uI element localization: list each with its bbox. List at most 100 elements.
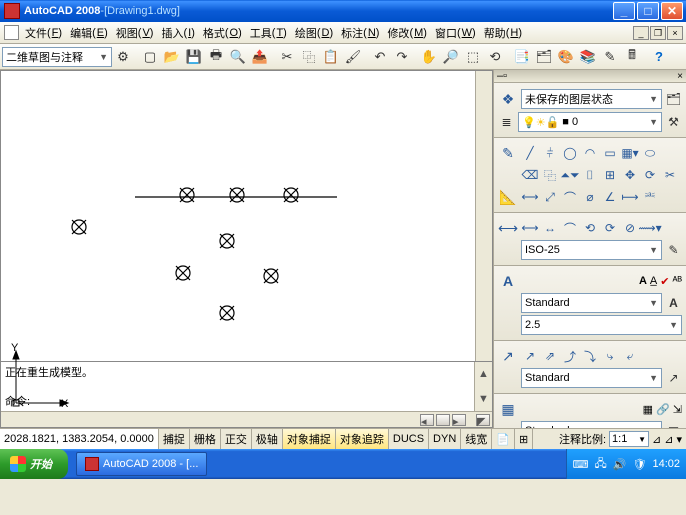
zoom-icon[interactable]: 🔎 [441, 47, 461, 67]
paste-icon[interactable]: 📋 [321, 47, 341, 67]
mtext-icon[interactable]: A [639, 275, 647, 287]
dimstyle-combo[interactable]: ISO-25▼ [521, 240, 662, 260]
command-hscroll[interactable]: ◂▸ ◤ [1, 411, 492, 427]
clock[interactable]: 14:02 [652, 458, 680, 470]
dimstyle-icon[interactable]: ⟷ [498, 218, 518, 238]
menu-dimension[interactable]: 标注(N) [337, 23, 383, 43]
line-icon[interactable]: ╱ [521, 144, 539, 162]
layer-state-mgr-icon[interactable]: 🗂 [665, 91, 682, 108]
designcenter-icon[interactable]: 🗂 [534, 47, 554, 67]
pline-icon[interactable]: ⫩ [541, 144, 559, 162]
ml4-icon[interactable]: ⤵ [581, 347, 599, 365]
textstyle-combo[interactable]: Standard▼ [521, 293, 662, 313]
menu-tools[interactable]: 工具(T) [246, 23, 291, 43]
annoscale-combo[interactable]: 1:1▼ [609, 431, 649, 447]
redo-icon[interactable]: ↷ [392, 47, 412, 67]
markup-icon[interactable]: ✎ [600, 47, 620, 67]
calc-icon[interactable]: 🖩 [622, 47, 642, 67]
dim-break-icon[interactable]: ⎃ [641, 188, 659, 206]
array-icon[interactable]: ⊞ [601, 166, 619, 184]
copy-icon[interactable]: ⿻ [299, 47, 319, 67]
dim-radius-icon[interactable]: ⌀ [581, 188, 599, 206]
ml6-icon[interactable]: ⤶ [621, 347, 639, 365]
layer-tools-icon[interactable]: ⚒ [665, 114, 682, 131]
table-icon[interactable]: ▦ [498, 399, 518, 419]
ortho-toggle[interactable]: 正交 [221, 429, 252, 449]
dim-aligned-icon[interactable]: ⤢ [541, 188, 559, 206]
menu-format[interactable]: 格式(O) [199, 23, 246, 43]
sheetset-icon[interactable]: 📚 [578, 47, 598, 67]
d2-icon[interactable]: ↔ [541, 219, 559, 237]
layer-combo[interactable]: 💡☀🔓■ 0▼ [518, 112, 662, 132]
cut-icon[interactable]: ✂ [277, 47, 297, 67]
tray-vol-icon[interactable]: 🔊 [613, 458, 627, 471]
coordinates[interactable]: 2028.1821, 1383.2054, 0.0000 [0, 429, 159, 449]
d4-icon[interactable]: ⟲ [581, 219, 599, 237]
menu-edit[interactable]: 编辑(E) [66, 23, 112, 43]
polar-toggle[interactable]: 极轴 [252, 429, 283, 449]
doc-close-button[interactable]: × [667, 26, 683, 40]
menu-view[interactable]: 视图(V) [112, 23, 158, 43]
toolpalette-icon[interactable]: 🎨 [556, 47, 576, 67]
menu-file[interactable]: 文件(F) [21, 23, 66, 43]
trim-icon[interactable]: ✂ [661, 166, 679, 184]
preview-icon[interactable]: 🔍 [228, 47, 248, 67]
d3-icon[interactable]: ⌒ [561, 219, 579, 237]
dim-cont-icon[interactable]: ⟼ [621, 188, 639, 206]
lwt-toggle[interactable]: 线宽 [461, 429, 492, 449]
drawing-canvas[interactable]: Y X [1, 71, 475, 361]
move-icon[interactable]: ✥ [621, 166, 639, 184]
ml1-icon[interactable]: ↗ [521, 347, 539, 365]
dashboard-header[interactable]: –▫× [494, 70, 686, 83]
table-insert-icon[interactable]: ▦ [643, 403, 653, 416]
maximize-button[interactable]: □ [637, 2, 659, 20]
dyn-toggle[interactable]: DYN [429, 429, 461, 449]
layer-state-combo[interactable]: 未保存的图层状态▼ [521, 89, 662, 109]
d5-icon[interactable]: ⟳ [601, 219, 619, 237]
ellipse-icon[interactable]: ⬭ [641, 144, 659, 162]
publish-icon[interactable]: 📤 [250, 47, 270, 67]
tablestyle-combo[interactable]: Standard▼ [521, 421, 662, 428]
ml3-icon[interactable]: ⤴ [561, 347, 579, 365]
system-tray[interactable]: ⌨ 🖧 🔊 🛡 14:02 [566, 449, 686, 479]
snap-toggle[interactable]: 捕捉 [159, 429, 190, 449]
menu-help[interactable]: 帮助(H) [480, 23, 526, 43]
taskbar-item-autocad[interactable]: AutoCAD 2008 - [... [76, 452, 207, 476]
layout-toggle[interactable]: ⊞ [515, 429, 533, 449]
model-toggle[interactable]: 📄 [492, 429, 515, 449]
tablestyle-mgr-icon[interactable]: ▦ [665, 423, 682, 429]
plot-icon[interactable]: 🖶 [206, 47, 226, 67]
table-extract-icon[interactable]: ⇲ [673, 403, 682, 416]
scale-text-icon[interactable]: ᴬᴮ [672, 275, 682, 287]
zoom-window-icon[interactable]: ⬚ [463, 47, 483, 67]
workspace-combo[interactable]: 二维草图与注释 ▼ [2, 47, 112, 67]
dim-angle-icon[interactable]: ∠ [601, 188, 619, 206]
new-icon[interactable]: ▢ [140, 47, 160, 67]
ml2-icon[interactable]: ⇗ [541, 347, 559, 365]
d1-icon[interactable]: ⟷ [521, 219, 539, 237]
tray-lang-icon[interactable]: ⌨ [573, 458, 589, 471]
arc-icon[interactable]: ◠ [581, 144, 599, 162]
menu-window[interactable]: 窗口(W) [431, 23, 480, 43]
annotation-visibility-icon[interactable]: ⊿ [652, 433, 661, 446]
command-vscroll[interactable]: ▲▼ [474, 362, 492, 411]
layer-props-icon[interactable]: ≣ [498, 114, 515, 131]
tray-shield-icon[interactable]: 🛡 [633, 458, 647, 471]
ml5-icon[interactable]: ⤷ [601, 347, 619, 365]
osnap-toggle[interactable]: 对象捕捉 [283, 429, 336, 449]
table-link-icon[interactable]: 🔗 [656, 403, 670, 416]
open-icon[interactable]: 📂 [162, 47, 182, 67]
canvas-vscroll[interactable] [475, 71, 492, 361]
rotate-icon[interactable]: ⟳ [641, 166, 659, 184]
menu-insert[interactable]: 插入(I) [157, 23, 198, 43]
menu-modify[interactable]: 修改(M) [383, 23, 431, 43]
minimize-button[interactable]: _ [613, 2, 635, 20]
d6-icon[interactable]: ⊘ [621, 219, 639, 237]
otrack-toggle[interactable]: 对象追踪 [336, 429, 389, 449]
mleader-combo[interactable]: Standard▼ [521, 368, 662, 388]
rect-icon[interactable]: ▭ [601, 144, 619, 162]
offset-icon[interactable]: ⌷ [581, 166, 599, 184]
workspace-settings-icon[interactable]: ⚙ [113, 47, 133, 67]
dim-arc-icon[interactable]: ⌒ [561, 188, 579, 206]
zoom-prev-icon[interactable]: ⟲ [485, 47, 505, 67]
